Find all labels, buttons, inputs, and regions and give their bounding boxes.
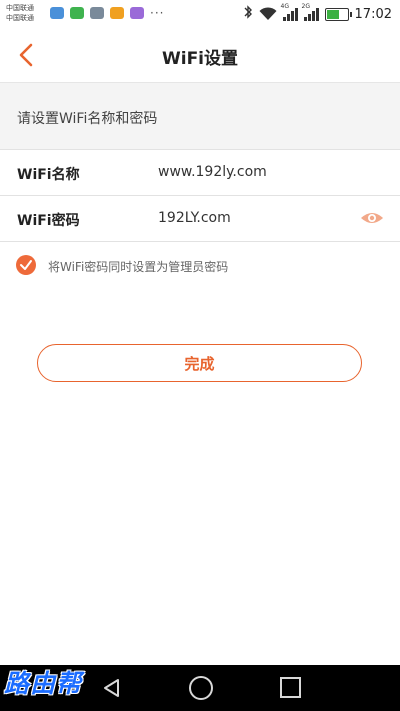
carrier-line-1: 中国联通 [6,4,34,12]
cell-signal-icon: 2G [302,3,319,21]
weibo-notification-icon [110,7,124,19]
app-notification-icon [50,7,64,19]
wifi-name-label: WiFi名称 [17,167,80,183]
title-bar: WiFi设置 [0,28,400,83]
wifi-name-row: WiFi名称 www.192ly.com [0,150,400,196]
wifi-signal-icon [259,7,277,21]
more-notifications-icon: ··· [150,6,165,20]
admin-password-option-label: 将WiFi密码同时设置为管理员密码 [48,260,229,274]
show-password-toggle[interactable] [360,209,384,227]
battery-icon [324,7,352,21]
network-type-label: 2G [301,3,310,10]
wifi-password-row: WiFi密码 192LY.com [0,196,400,242]
notification-icons: ··· [50,7,164,19]
section-hint: 请设置WiFi名称和密码 [17,111,158,127]
page-title: WiFi设置 [161,49,239,69]
admin-password-option: 将WiFi密码同时设置为管理员密码 [0,242,400,288]
cell-signal-icon: 4G [281,3,298,21]
image-notification-icon [90,7,104,19]
nav-home-button[interactable] [189,676,213,700]
watermark-logo: 路由帮 [4,669,83,698]
carrier-line-2: 中国联通 [6,14,34,22]
status-bar: 中国联通 中国联通 ··· 4G 2G 17:02 [0,0,400,28]
wifi-name-input[interactable]: www.192ly.com [158,164,267,180]
section-header: 请设置WiFi名称和密码 [0,83,400,150]
clock: 17:02 [354,6,392,22]
wifi-password-input[interactable]: 192LY.com [158,210,231,226]
battery-level [326,9,339,19]
carrier-info: 中国联通 中国联通 [6,3,34,23]
nav-recents-button[interactable] [280,677,301,698]
system-status: 4G 2G 17:02 [243,3,392,23]
chat-notification-icon [130,7,144,19]
eye-icon [361,213,383,223]
admin-password-checkbox[interactable] [16,255,36,275]
triangle-back-icon [104,679,119,697]
network-type-label: 4G [280,3,289,10]
done-button[interactable]: 完成 [37,344,362,382]
checkmark-icon [20,260,32,270]
app-notification-icon [70,7,84,19]
nav-back-button[interactable] [101,677,123,699]
bluetooth-icon [243,5,253,23]
wifi-password-label: WiFi密码 [17,213,80,229]
